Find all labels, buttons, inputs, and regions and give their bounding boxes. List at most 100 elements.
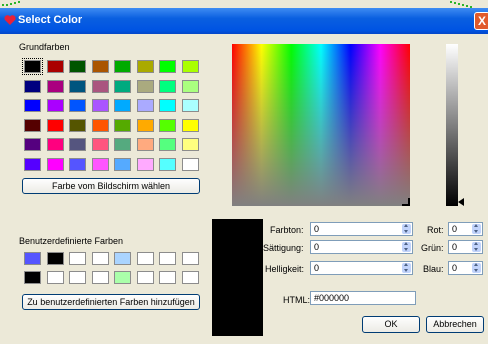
basic-color-swatch[interactable] (46, 79, 64, 93)
basic-color-swatch[interactable] (114, 79, 131, 93)
basic-color-swatch[interactable] (136, 138, 154, 151)
basic-color-swatch[interactable] (136, 99, 154, 112)
basic-color-swatch[interactable] (69, 138, 86, 151)
basic-color-swatch[interactable] (159, 99, 176, 112)
basic-color-swatch[interactable] (46, 60, 64, 73)
close-button[interactable]: X (474, 12, 488, 30)
red-spinbox[interactable]: 0 (448, 222, 483, 236)
basic-color-swatch[interactable] (136, 118, 154, 132)
basic-color-swatch[interactable] (136, 157, 154, 171)
value-spinbox[interactable]: 0 (310, 261, 413, 275)
custom-color-swatch[interactable] (136, 252, 154, 265)
custom-color-swatch[interactable] (181, 252, 199, 265)
custom-color-swatch[interactable] (159, 252, 176, 265)
blue-spinbox[interactable]: 0 (448, 261, 483, 275)
ok-button[interactable]: OK (362, 316, 420, 333)
pick-screen-color-button[interactable]: Farbe vom Bildschirm wählen (22, 178, 200, 194)
basic-color-swatch[interactable] (114, 157, 131, 171)
custom-color-swatch[interactable] (46, 271, 64, 284)
basic-color-swatch[interactable] (22, 58, 43, 75)
basic-color-swatch[interactable] (91, 138, 109, 151)
basic-color-swatch[interactable] (24, 99, 41, 112)
basic-color-swatch[interactable] (24, 157, 41, 171)
custom-colors-label: Benutzerdefinierte Farben (19, 236, 124, 246)
spin-arrows-icon[interactable] (472, 242, 481, 252)
spin-arrows-icon[interactable] (472, 263, 481, 273)
luminance-slider[interactable] (446, 44, 458, 206)
html-color-input[interactable]: #000000 (310, 291, 416, 305)
basic-color-swatch[interactable] (181, 118, 199, 132)
basic-color-swatch[interactable] (114, 138, 131, 151)
basic-color-swatch[interactable] (24, 138, 41, 151)
custom-color-swatch[interactable] (46, 252, 64, 265)
basic-color-swatch[interactable] (24, 79, 41, 93)
basic-color-swatch[interactable] (91, 157, 109, 171)
basic-color-swatch[interactable] (181, 138, 199, 151)
basic-color-swatch[interactable] (114, 60, 131, 73)
green-spinbox[interactable]: 0 (448, 240, 483, 254)
basic-color-swatch[interactable] (69, 60, 86, 73)
custom-color-swatch[interactable] (69, 271, 86, 284)
red-value: 0 (452, 224, 458, 234)
custom-color-swatch[interactable] (159, 271, 176, 284)
add-custom-color-button[interactable]: Zu benutzerdefinierten Farben hinzufügen (22, 294, 200, 310)
basic-color-swatch[interactable] (69, 99, 86, 112)
custom-color-swatch[interactable] (91, 271, 109, 284)
basic-color-swatch[interactable] (159, 79, 176, 93)
title-bar[interactable]: Select Color X (0, 8, 488, 34)
basic-color-swatch[interactable] (91, 60, 109, 73)
basic-color-swatch[interactable] (181, 79, 199, 93)
hue-value: 0 (314, 224, 320, 234)
basic-color-swatch[interactable] (46, 138, 64, 151)
basic-color-swatch[interactable] (114, 118, 131, 132)
basic-color-swatch[interactable] (114, 99, 131, 112)
basic-color-swatch[interactable] (159, 60, 176, 73)
saturation-value: 0 (314, 242, 320, 252)
cancel-button[interactable]: Abbrechen (426, 316, 484, 333)
value-value: 0 (314, 263, 320, 273)
green-value: 0 (452, 242, 458, 252)
custom-color-swatch[interactable] (24, 271, 41, 284)
basic-color-swatch[interactable] (24, 118, 41, 132)
basic-color-swatch[interactable] (69, 157, 86, 171)
basic-color-swatch[interactable] (69, 79, 86, 93)
value-label: Helligkeit: (265, 264, 305, 274)
custom-color-swatch[interactable] (114, 271, 131, 284)
select-color-dialog: Select Color X Grundfarben Farbe vom Bil… (0, 0, 488, 344)
spin-arrows-icon[interactable] (402, 242, 411, 252)
hue-spinbox[interactable]: 0 (310, 222, 413, 236)
custom-color-swatch[interactable] (91, 252, 109, 265)
custom-color-swatch[interactable] (114, 252, 131, 265)
basic-color-swatch[interactable] (181, 99, 199, 112)
luminance-arrow-icon[interactable] (458, 198, 464, 206)
basic-color-swatch[interactable] (46, 157, 64, 171)
spin-arrows-icon[interactable] (402, 224, 411, 234)
green-label: Grün: (421, 243, 444, 253)
spin-arrows-icon[interactable] (402, 263, 411, 273)
basic-color-swatch[interactable] (91, 118, 109, 132)
crosshair-icon (402, 198, 410, 206)
custom-color-swatch[interactable] (24, 252, 41, 265)
red-label: Rot: (427, 225, 444, 235)
blue-label: Blau: (423, 264, 444, 274)
spin-arrows-icon[interactable] (472, 224, 481, 234)
basic-color-swatch[interactable] (46, 99, 64, 112)
basic-color-swatch[interactable] (159, 157, 176, 171)
basic-color-swatch[interactable] (136, 60, 154, 73)
basic-color-swatch[interactable] (91, 99, 109, 112)
basic-color-swatch[interactable] (181, 60, 199, 73)
window-title: Select Color (18, 14, 83, 26)
saturation-spinbox[interactable]: 0 (310, 240, 413, 254)
hue-saturation-picker[interactable] (232, 44, 410, 206)
basic-color-swatch[interactable] (69, 118, 86, 132)
basic-color-swatch[interactable] (136, 79, 154, 93)
basic-color-swatch[interactable] (181, 157, 199, 171)
basic-color-swatch[interactable] (46, 118, 64, 132)
hue-label: Farbton: (270, 225, 304, 235)
custom-color-swatch[interactable] (181, 271, 199, 284)
custom-color-swatch[interactable] (136, 271, 154, 284)
basic-color-swatch[interactable] (159, 138, 176, 151)
basic-color-swatch[interactable] (159, 118, 176, 132)
custom-color-swatch[interactable] (69, 252, 86, 265)
basic-color-swatch[interactable] (91, 79, 109, 93)
